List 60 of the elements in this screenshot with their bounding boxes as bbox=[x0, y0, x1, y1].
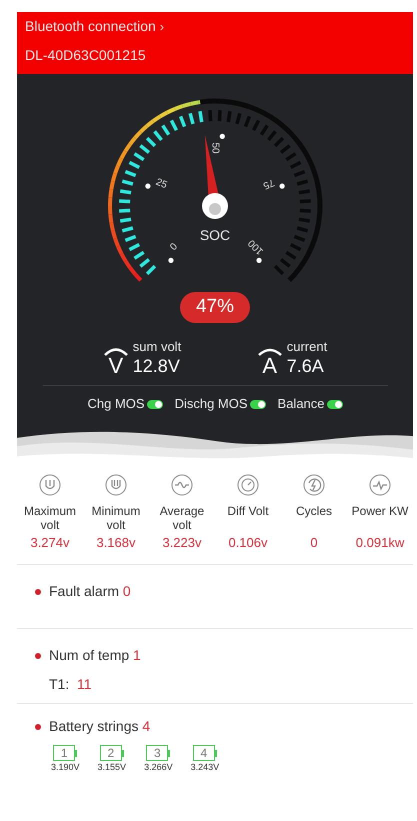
temperature-count-label: Num of temp 1 bbox=[49, 646, 141, 666]
battery-strings-label: Battery strings 4 bbox=[49, 717, 150, 736]
switch-label: Balance bbox=[278, 395, 325, 414]
stat-label: Power KW bbox=[352, 504, 408, 520]
dial-icon bbox=[237, 474, 259, 496]
voltage-icon bbox=[102, 347, 129, 356]
stat-value: 0.106v bbox=[228, 534, 268, 552]
scale-label: 0 bbox=[168, 241, 180, 253]
stat-value: 3.274v bbox=[30, 534, 70, 552]
cell-voltage: 3.243V bbox=[190, 761, 220, 774]
device-name: DL-40D63C001215 bbox=[25, 46, 147, 65]
current-icon bbox=[256, 347, 283, 356]
cycle-icon bbox=[303, 474, 325, 496]
wave-icon bbox=[171, 474, 193, 496]
scale-label: 100 bbox=[246, 237, 266, 257]
stat-value: 3.168v bbox=[96, 534, 136, 552]
switch-label: Chg MOS bbox=[87, 395, 145, 414]
voltage-up-icon bbox=[39, 474, 61, 496]
scale-label: 25 bbox=[154, 176, 169, 192]
pulse-icon bbox=[369, 474, 391, 496]
scale-label: 75 bbox=[261, 176, 276, 191]
battery-cell: 3 bbox=[146, 745, 168, 762]
soc-label: SOC bbox=[200, 227, 230, 243]
reading-label: sum volt bbox=[132, 338, 182, 355]
scale-dot bbox=[145, 184, 150, 189]
stat-label: Minimum volt bbox=[90, 504, 142, 532]
stat-label: Cycles bbox=[296, 504, 332, 520]
scale-dot bbox=[256, 258, 262, 263]
unit-symbol: V bbox=[108, 355, 124, 378]
stat-label: Maximum volt bbox=[22, 504, 77, 532]
chevron-right-icon[interactable]: › bbox=[160, 16, 164, 36]
cell-voltage: 3.190V bbox=[51, 761, 80, 774]
needle-hub bbox=[202, 193, 228, 219]
scale-dot bbox=[220, 134, 225, 139]
scale-label: 50 bbox=[209, 142, 220, 154]
reading-label: current bbox=[286, 338, 328, 355]
reading-value: 7.6A bbox=[286, 354, 325, 378]
switch-label: Dischg MOS bbox=[174, 395, 248, 414]
stat-label: Diff Volt bbox=[227, 504, 269, 520]
voltage-down-icon bbox=[105, 474, 127, 496]
toggle-switch[interactable] bbox=[146, 400, 163, 408]
stat-value: 0.091kw bbox=[356, 534, 404, 552]
stat-label: Average volt bbox=[158, 504, 206, 532]
unit-symbol: A bbox=[262, 355, 278, 378]
toggle-switch[interactable] bbox=[250, 400, 266, 408]
sensor-reading: T1: 11 bbox=[49, 675, 93, 694]
battery-cell: 2 bbox=[100, 745, 122, 762]
toggle-switch[interactable] bbox=[326, 400, 343, 408]
cell-voltage: 3.266V bbox=[144, 761, 173, 774]
cell-voltage: 3.155V bbox=[98, 761, 126, 774]
battery-cell: 1 bbox=[53, 745, 76, 762]
battery-cell: 4 bbox=[192, 745, 215, 762]
stat-value: 3.223v bbox=[162, 534, 202, 552]
scale-dot bbox=[280, 184, 285, 189]
reading-value: 12.8V bbox=[132, 354, 181, 378]
bluetooth-connection-link[interactable]: Bluetooth connection bbox=[25, 16, 156, 37]
fault-alarm-label: Fault alarm 0 bbox=[49, 582, 131, 602]
stat-value: 0 bbox=[310, 534, 318, 552]
soc-badge: 47% bbox=[180, 292, 250, 322]
scale-dot bbox=[168, 258, 174, 263]
